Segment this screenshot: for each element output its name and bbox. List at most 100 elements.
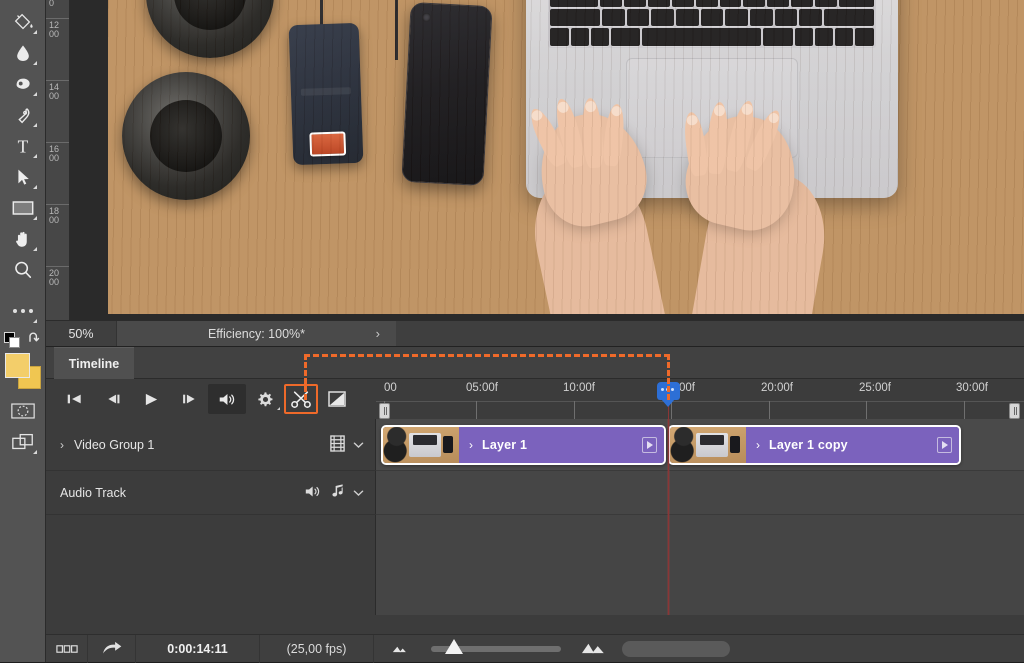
timeline-options-pill[interactable] <box>622 635 752 663</box>
large-mountain-icon <box>581 641 607 657</box>
pen-tool[interactable] <box>6 99 40 130</box>
default-colors-icon[interactable] <box>4 332 20 348</box>
next-frame-button[interactable] <box>170 384 208 414</box>
tool-flyout-corner <box>33 216 37 220</box>
timeline-tab-bar: Timeline <box>46 347 1024 379</box>
ruler-tick: 1800 <box>46 204 70 225</box>
fps-display: (25,00 fps) <box>260 635 374 663</box>
ruler-tick: 2000 <box>46 266 70 287</box>
transition-button[interactable] <box>318 384 356 414</box>
quick-mask-button[interactable] <box>6 395 40 426</box>
clip-expand-chevron-icon[interactable]: › <box>469 438 473 452</box>
clip-expand-chevron-icon[interactable]: › <box>756 438 760 452</box>
type-tool[interactable]: T <box>6 130 40 161</box>
clip-play-icon[interactable] <box>642 437 657 453</box>
portable-ssd <box>289 23 364 165</box>
chevron-down-icon[interactable] <box>353 486 364 500</box>
zoom-slider-handle[interactable] <box>445 639 463 654</box>
tool-flyout-corner <box>33 123 37 127</box>
tool-flyout-corner <box>33 450 37 454</box>
swap-colors-icon[interactable] <box>26 330 42 349</box>
ruler-label: 30:00f <box>956 382 988 394</box>
foreground-color-swatch[interactable] <box>5 353 30 378</box>
work-area-start-handle[interactable] <box>379 403 390 419</box>
clip-body[interactable]: › Layer 1 copy <box>746 427 959 463</box>
tool-flyout-corner <box>33 319 37 323</box>
timeline-ruler[interactable]: 00 05:00f 10:00f 15:00f 20:00f 25:00f 30… <box>376 379 1024 419</box>
ruler-label: 10:00f <box>563 382 595 394</box>
timeline-bottom-bar: 0:00:14:11 (25,00 fps) <box>46 634 1024 662</box>
music-note-icon[interactable] <box>330 483 345 502</box>
canvas-image <box>108 0 1024 314</box>
clip-layer-1-copy[interactable]: › Layer 1 copy <box>668 425 961 465</box>
ruler-label: 20:00f <box>761 382 793 394</box>
audio-toggle-button[interactable] <box>208 384 246 414</box>
chevron-right-icon[interactable]: › <box>376 326 380 341</box>
zoom-slider-track[interactable] <box>431 646 561 652</box>
efficiency-indicator[interactable]: Efficiency: 100%* › <box>116 321 396 347</box>
hand-tool[interactable] <box>6 223 40 254</box>
expand-chevron-icon[interactable]: › <box>60 438 64 452</box>
timeline-transport-controls <box>46 379 376 419</box>
ruler-tick-label: 2000 <box>49 269 59 287</box>
split-at-playhead-button[interactable] <box>284 384 318 414</box>
path-selection-tool[interactable] <box>6 161 40 192</box>
play-button[interactable] <box>132 384 170 414</box>
ruler-baseline <box>376 401 1024 402</box>
dodge-tool[interactable] <box>6 68 40 99</box>
tool-flyout-corner <box>277 407 280 410</box>
film-strip-icon[interactable] <box>330 435 345 455</box>
zoom-in-button[interactable] <box>566 635 622 663</box>
gradient-blur-tool[interactable] <box>6 37 40 68</box>
ruler-tick-label: 1400 <box>49 83 59 101</box>
clip-body[interactable]: › Layer 1 <box>459 427 664 463</box>
ruler-tick-label: 1800 <box>49 207 59 225</box>
timeline-zoom-slider[interactable] <box>426 635 566 663</box>
track-header-video-group-1[interactable]: › Video Group 1 <box>46 419 376 471</box>
tool-flyout-corner <box>33 247 37 251</box>
ruler-tick-label: 0 <box>49 0 59 8</box>
clip-layer-1[interactable]: › Layer 1 <box>381 425 666 465</box>
tool-flyout-corner <box>33 30 37 34</box>
tool-flyout-corner <box>33 154 37 158</box>
playhead-grip-dots <box>661 388 674 391</box>
ruler-tick-label: 1200 <box>49 21 59 39</box>
lane-video[interactable]: › Layer 1 › Layer 1 copy <box>376 419 1024 471</box>
zoom-level[interactable]: 50% <box>46 327 116 341</box>
playhead-marker[interactable] <box>657 382 680 404</box>
clip-thumbnail <box>383 427 459 463</box>
clip-play-icon[interactable] <box>937 437 952 453</box>
previous-frame-button[interactable] <box>94 384 132 414</box>
screen-mode-button[interactable] <box>6 426 40 457</box>
ruler-tick: 1600 <box>46 142 70 163</box>
tool-flyout-corner <box>33 61 37 65</box>
track-header-audio-track[interactable]: Audio Track <box>46 471 376 515</box>
vertical-ruler: 0 1200 1400 1600 1800 2000 <box>46 0 70 320</box>
more-tools-button[interactable] <box>6 295 40 326</box>
lane-audio[interactable] <box>376 471 1024 515</box>
go-to-first-frame-button[interactable] <box>56 384 94 414</box>
playhead-line <box>668 419 669 615</box>
timeline-track-lanes[interactable]: › Layer 1 › Layer 1 copy <box>376 419 1024 615</box>
options-pill[interactable] <box>622 641 730 657</box>
ruler-label: 05:00f <box>466 382 498 394</box>
ruler-tick <box>964 401 965 419</box>
frames-view-button[interactable] <box>46 635 88 663</box>
document-canvas[interactable] <box>70 0 1024 320</box>
color-swatches[interactable] <box>5 353 41 389</box>
settings-button[interactable] <box>246 384 284 414</box>
zoom-tool[interactable] <box>6 254 40 285</box>
efficiency-label: Efficiency: 100%* <box>208 327 305 341</box>
ruler-tick: 0 <box>46 0 70 8</box>
rectangle-tool[interactable] <box>6 192 40 223</box>
speaker-icon[interactable] <box>304 484 322 502</box>
render-video-button[interactable] <box>88 635 136 663</box>
tab-timeline[interactable]: Timeline <box>54 347 134 379</box>
timeline-empty-area <box>46 615 1024 635</box>
paint-bucket-tool[interactable] <box>6 6 40 37</box>
zoom-out-button[interactable] <box>374 635 426 663</box>
timecode-display[interactable]: 0:00:14:11 <box>136 635 260 663</box>
work-area-end-handle[interactable] <box>1009 403 1020 419</box>
camera-lens-bottom <box>122 72 250 200</box>
chevron-down-icon[interactable] <box>353 438 364 452</box>
